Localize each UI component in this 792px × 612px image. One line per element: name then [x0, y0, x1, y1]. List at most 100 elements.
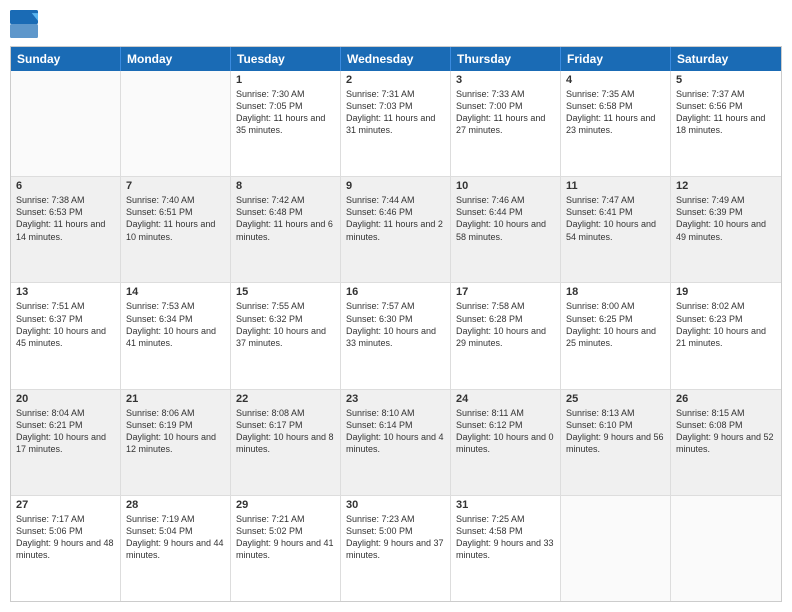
- day-number: 24: [456, 393, 555, 405]
- day-number: 27: [16, 499, 115, 511]
- calendar-cell-2-6: 19 Sunrise: 8:02 AM Sunset: 6:23 PM Dayli…: [671, 283, 781, 388]
- day-number: 5: [676, 74, 776, 86]
- calendar-cell-3-0: 20 Sunrise: 8:04 AM Sunset: 6:21 PM Dayli…: [11, 390, 121, 495]
- day-details: Sunrise: 7:46 AM Sunset: 6:44 PM Dayligh…: [456, 194, 555, 243]
- day-details: Sunrise: 8:08 AM Sunset: 6:17 PM Dayligh…: [236, 407, 335, 456]
- calendar-cell-1-3: 9 Sunrise: 7:44 AM Sunset: 6:46 PM Daylig…: [341, 177, 451, 282]
- day-number: 19: [676, 286, 776, 298]
- day-details: Sunrise: 7:58 AM Sunset: 6:28 PM Dayligh…: [456, 300, 555, 349]
- day-details: Sunrise: 7:38 AM Sunset: 6:53 PM Dayligh…: [16, 194, 115, 243]
- day-details: Sunrise: 7:31 AM Sunset: 7:03 PM Dayligh…: [346, 88, 445, 137]
- calendar-cell-2-5: 18 Sunrise: 8:00 AM Sunset: 6:25 PM Dayli…: [561, 283, 671, 388]
- calendar-cell-2-4: 17 Sunrise: 7:58 AM Sunset: 6:28 PM Dayli…: [451, 283, 561, 388]
- day-number: 28: [126, 499, 225, 511]
- day-number: 29: [236, 499, 335, 511]
- day-number: 14: [126, 286, 225, 298]
- calendar-cell-3-1: 21 Sunrise: 8:06 AM Sunset: 6:19 PM Dayli…: [121, 390, 231, 495]
- calendar-cell-2-0: 13 Sunrise: 7:51 AM Sunset: 6:37 PM Dayli…: [11, 283, 121, 388]
- day-details: Sunrise: 8:06 AM Sunset: 6:19 PM Dayligh…: [126, 407, 225, 456]
- day-number: 10: [456, 180, 555, 192]
- day-number: 1: [236, 74, 335, 86]
- header-day-tuesday: Tuesday: [231, 47, 341, 71]
- day-number: 16: [346, 286, 445, 298]
- logo: [10, 10, 42, 38]
- calendar-cell-3-5: 25 Sunrise: 8:13 AM Sunset: 6:10 PM Dayli…: [561, 390, 671, 495]
- calendar-cell-4-3: 30 Sunrise: 7:23 AM Sunset: 5:00 PM Dayli…: [341, 496, 451, 601]
- calendar-cell-0-0: [11, 71, 121, 176]
- header-day-friday: Friday: [561, 47, 671, 71]
- day-number: 6: [16, 180, 115, 192]
- calendar-cell-1-2: 8 Sunrise: 7:42 AM Sunset: 6:48 PM Daylig…: [231, 177, 341, 282]
- calendar-header: SundayMondayTuesdayWednesdayThursdayFrid…: [11, 47, 781, 71]
- day-number: 21: [126, 393, 225, 405]
- calendar-cell-0-2: 1 Sunrise: 7:30 AM Sunset: 7:05 PM Daylig…: [231, 71, 341, 176]
- day-number: 4: [566, 74, 665, 86]
- day-details: Sunrise: 7:17 AM Sunset: 5:06 PM Dayligh…: [16, 513, 115, 562]
- day-details: Sunrise: 8:02 AM Sunset: 6:23 PM Dayligh…: [676, 300, 776, 349]
- logo-icon: [10, 10, 38, 38]
- day-details: Sunrise: 8:04 AM Sunset: 6:21 PM Dayligh…: [16, 407, 115, 456]
- day-number: 3: [456, 74, 555, 86]
- calendar-row-2: 13 Sunrise: 7:51 AM Sunset: 6:37 PM Dayli…: [11, 283, 781, 389]
- day-number: 17: [456, 286, 555, 298]
- calendar-cell-3-3: 23 Sunrise: 8:10 AM Sunset: 6:14 PM Dayli…: [341, 390, 451, 495]
- calendar-cell-2-3: 16Sunrise: 7:57 AM Sunset: 6:30 PM Dayli…: [341, 283, 451, 388]
- day-details: Sunrise: 8:00 AM Sunset: 6:25 PM Dayligh…: [566, 300, 665, 349]
- day-details: Sunrise: 7:35 AM Sunset: 6:58 PM Dayligh…: [566, 88, 665, 137]
- day-number: 9: [346, 180, 445, 192]
- calendar-cell-1-1: 7Sunrise: 7:40 AM Sunset: 6:51 PM Daylig…: [121, 177, 231, 282]
- day-details: Sunrise: 8:11 AM Sunset: 6:12 PM Dayligh…: [456, 407, 555, 456]
- day-number: 22: [236, 393, 335, 405]
- day-details: Sunrise: 7:55 AM Sunset: 6:32 PM Dayligh…: [236, 300, 335, 349]
- day-number: 15: [236, 286, 335, 298]
- header-day-sunday: Sunday: [11, 47, 121, 71]
- day-details: Sunrise: 7:51 AM Sunset: 6:37 PM Dayligh…: [16, 300, 115, 349]
- day-number: 11: [566, 180, 665, 192]
- day-details: Sunrise: 7:30 AM Sunset: 7:05 PM Dayligh…: [236, 88, 335, 137]
- header: [10, 10, 782, 38]
- calendar-row-3: 20 Sunrise: 8:04 AM Sunset: 6:21 PM Dayli…: [11, 390, 781, 496]
- day-number: 12: [676, 180, 776, 192]
- day-number: 23: [346, 393, 445, 405]
- day-number: 8: [236, 180, 335, 192]
- day-number: 20: [16, 393, 115, 405]
- calendar-cell-4-6: [671, 496, 781, 601]
- header-day-wednesday: Wednesday: [341, 47, 451, 71]
- day-number: 26: [676, 393, 776, 405]
- calendar-cell-1-4: 10 Sunrise: 7:46 AM Sunset: 6:44 PM Dayli…: [451, 177, 561, 282]
- day-number: 25: [566, 393, 665, 405]
- calendar-cell-3-4: 24 Sunrise: 8:11 AM Sunset: 6:12 PM Dayli…: [451, 390, 561, 495]
- day-details: Sunrise: 7:44 AM Sunset: 6:46 PM Dayligh…: [346, 194, 445, 243]
- calendar-row-4: 27 Sunrise: 7:17 AM Sunset: 5:06 PM Dayli…: [11, 496, 781, 601]
- calendar-cell-1-0: 6 Sunrise: 7:38 AM Sunset: 6:53 PM Daylig…: [11, 177, 121, 282]
- calendar-page: SundayMondayTuesdayWednesdayThursdayFrid…: [0, 0, 792, 612]
- day-details: Sunrise: 7:23 AM Sunset: 5:00 PM Dayligh…: [346, 513, 445, 562]
- header-day-saturday: Saturday: [671, 47, 781, 71]
- calendar-cell-1-6: 12Sunrise: 7:49 AM Sunset: 6:39 PM Dayli…: [671, 177, 781, 282]
- day-details: Sunrise: 7:47 AM Sunset: 6:41 PM Dayligh…: [566, 194, 665, 243]
- calendar-cell-2-1: 14Sunrise: 7:53 AM Sunset: 6:34 PM Dayli…: [121, 283, 231, 388]
- calendar-cell-0-3: 2Sunrise: 7:31 AM Sunset: 7:03 PM Daylig…: [341, 71, 451, 176]
- calendar-cell-3-6: 26 Sunrise: 8:15 AM Sunset: 6:08 PM Dayli…: [671, 390, 781, 495]
- day-details: Sunrise: 7:37 AM Sunset: 6:56 PM Dayligh…: [676, 88, 776, 137]
- day-details: Sunrise: 7:21 AM Sunset: 5:02 PM Dayligh…: [236, 513, 335, 562]
- day-number: 18: [566, 286, 665, 298]
- calendar-cell-0-6: 5 Sunrise: 7:37 AM Sunset: 6:56 PM Daylig…: [671, 71, 781, 176]
- calendar-cell-4-4: 31 Sunrise: 7:25 AM Sunset: 4:58 PM Dayli…: [451, 496, 561, 601]
- day-details: Sunrise: 8:13 AM Sunset: 6:10 PM Dayligh…: [566, 407, 665, 456]
- day-details: Sunrise: 8:15 AM Sunset: 6:08 PM Dayligh…: [676, 407, 776, 456]
- day-number: 13: [16, 286, 115, 298]
- day-number: 30: [346, 499, 445, 511]
- calendar-cell-3-2: 22 Sunrise: 8:08 AM Sunset: 6:17 PM Dayli…: [231, 390, 341, 495]
- day-details: Sunrise: 7:42 AM Sunset: 6:48 PM Dayligh…: [236, 194, 335, 243]
- calendar-cell-2-2: 15 Sunrise: 7:55 AM Sunset: 6:32 PM Dayli…: [231, 283, 341, 388]
- day-details: Sunrise: 7:33 AM Sunset: 7:00 PM Dayligh…: [456, 88, 555, 137]
- day-number: 7: [126, 180, 225, 192]
- day-details: Sunrise: 8:10 AM Sunset: 6:14 PM Dayligh…: [346, 407, 445, 456]
- day-number: 31: [456, 499, 555, 511]
- calendar-cell-0-5: 4 Sunrise: 7:35 AM Sunset: 6:58 PM Daylig…: [561, 71, 671, 176]
- calendar-row-0: 1 Sunrise: 7:30 AM Sunset: 7:05 PM Daylig…: [11, 71, 781, 177]
- header-day-thursday: Thursday: [451, 47, 561, 71]
- calendar-cell-4-2: 29 Sunrise: 7:21 AM Sunset: 5:02 PM Dayli…: [231, 496, 341, 601]
- day-details: Sunrise: 7:25 AM Sunset: 4:58 PM Dayligh…: [456, 513, 555, 562]
